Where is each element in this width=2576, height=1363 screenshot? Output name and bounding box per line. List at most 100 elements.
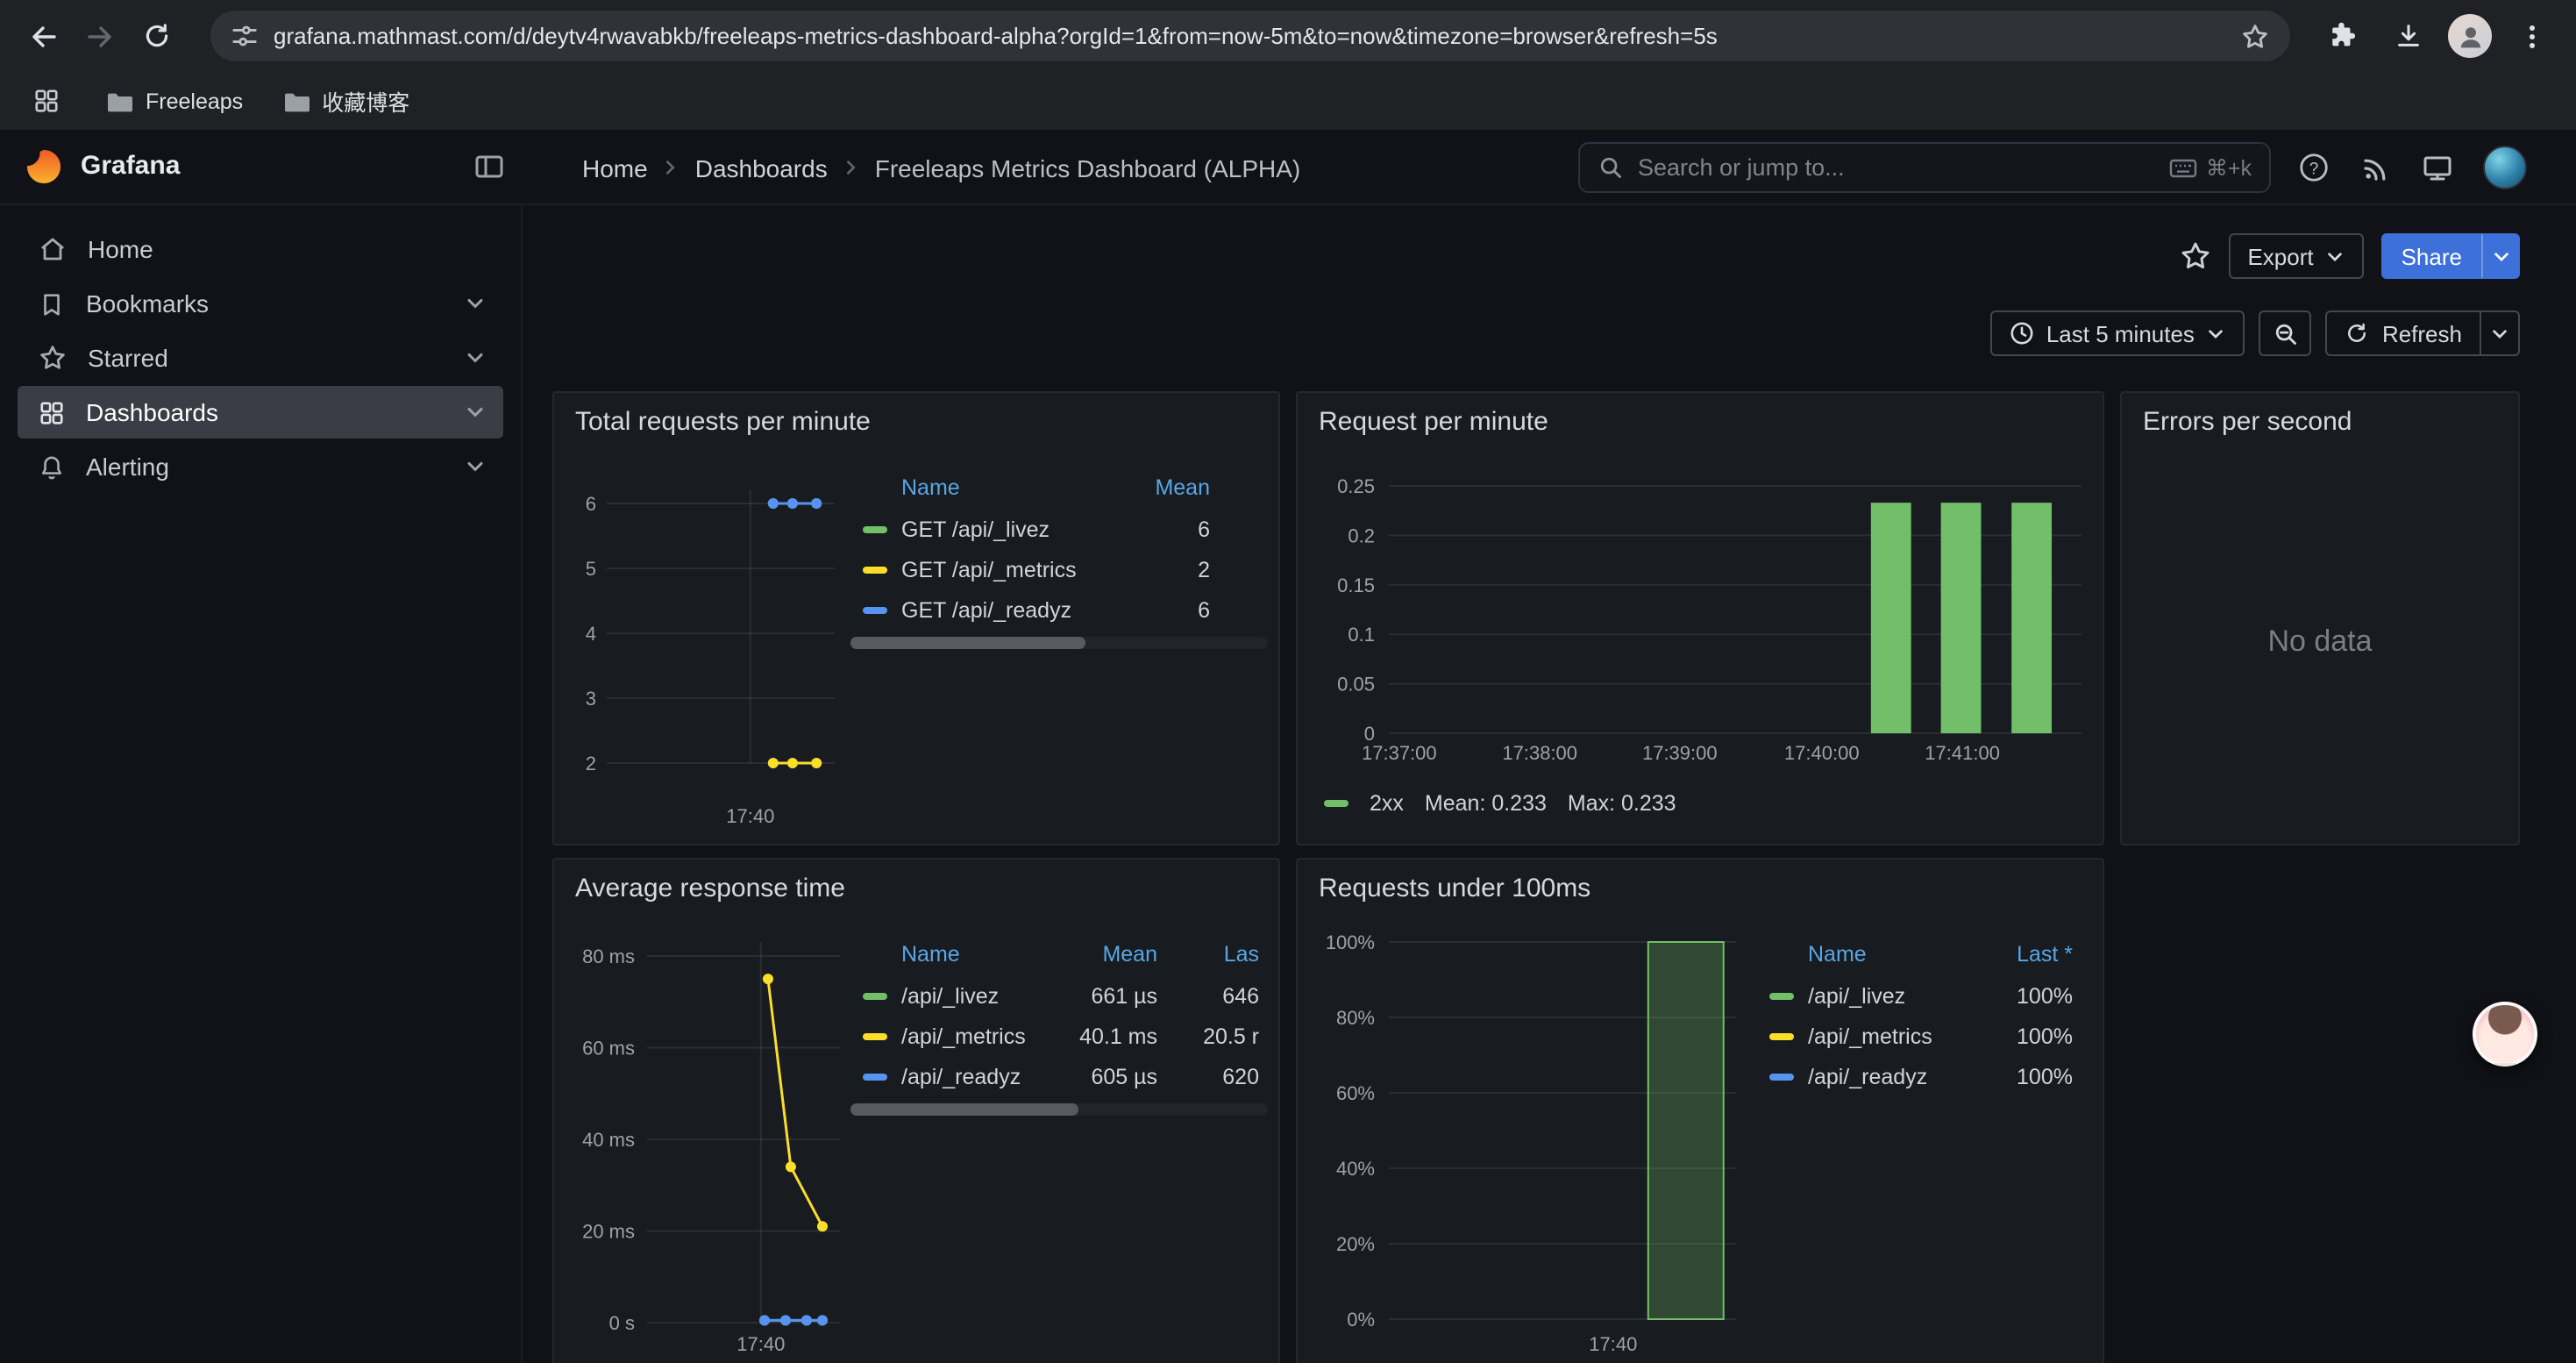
star-icon: [39, 344, 67, 372]
legend-table: Name Mean Las /api/_livez 661 µs 646 /ap…: [850, 933, 1268, 1096]
back-button[interactable]: [18, 10, 70, 62]
time-range-picker[interactable]: Last 5 minutes: [1990, 310, 2245, 356]
legend-table: Name Last * /api/_livez 100% /api/_metri…: [1743, 933, 2081, 1096]
series-name[interactable]: 2xx: [1370, 791, 1404, 816]
share-button[interactable]: Share: [2382, 233, 2481, 279]
series-name[interactable]: /api/_livez: [1808, 983, 1978, 1008]
legend-scrollbar[interactable]: [850, 1103, 1268, 1116]
breadcrumb-home[interactable]: Home: [582, 153, 648, 182]
forward-button[interactable]: [74, 10, 126, 62]
bookmark-folder-blogs[interactable]: 收藏博客: [281, 84, 409, 118]
legend-row[interactable]: /api/_livez 661 µs 646: [863, 975, 1259, 1016]
apps-grid-icon[interactable]: [25, 80, 67, 122]
legend-row[interactable]: GET /api/_readyz 6: [863, 589, 1259, 630]
browser-menu-icon[interactable]: [2506, 10, 2558, 62]
bookmark-star-icon[interactable]: [2241, 22, 2269, 50]
legend-header-last[interactable]: Last *: [1978, 942, 2073, 967]
legend-scrollbar[interactable]: [850, 637, 1268, 649]
legend-row[interactable]: /api/_readyz 100%: [1769, 1056, 2073, 1096]
refresh-interval-chevron-icon[interactable]: [2481, 310, 2520, 356]
legend-header-mean[interactable]: Mean: [1108, 475, 1210, 500]
svg-text:?: ?: [2309, 161, 2319, 179]
panel-title[interactable]: Errors per second: [2143, 407, 2352, 437]
chevron-down-icon[interactable]: [465, 456, 486, 477]
series-name[interactable]: /api/_readyz: [901, 1064, 1056, 1088]
share-split-button: Share: [2382, 233, 2520, 279]
legend-row[interactable]: /api/_metrics 40.1 ms 20.5 r: [863, 1016, 1259, 1056]
grafana-logo-icon[interactable]: [25, 147, 63, 186]
grafana-header: Grafana Home Dashboards Freeleaps Metric…: [0, 130, 2576, 205]
sidebar-item-starred[interactable]: Starred: [18, 332, 503, 384]
sidebar-item-bookmarks[interactable]: Bookmarks: [18, 277, 503, 330]
legend-header-last[interactable]: Las: [1178, 942, 1259, 967]
scrollbar-thumb[interactable]: [850, 1103, 1078, 1116]
svg-text:3: 3: [586, 688, 596, 710]
downloads-icon[interactable]: [2381, 10, 2434, 62]
chevron-down-icon[interactable]: [465, 347, 486, 368]
series-name[interactable]: GET /api/_metrics: [901, 557, 1108, 582]
panel-title[interactable]: Request per minute: [1319, 407, 1548, 437]
sidebar-item-label: Alerting: [86, 453, 169, 481]
chevron-down-icon[interactable]: [465, 293, 486, 314]
svg-text:0.05: 0.05: [1337, 674, 1375, 696]
legend-row[interactable]: /api/_readyz 605 µs 620: [863, 1056, 1259, 1096]
legend-row[interactable]: /api/_metrics 100%: [1769, 1016, 2073, 1056]
series-max-stat: Max: 0.233: [1568, 791, 1676, 816]
scrollbar-thumb[interactable]: [850, 637, 1085, 649]
address-bar[interactable]: grafana.mathmast.com/d/deytv4rwavabkb/fr…: [210, 11, 2290, 61]
panel-title[interactable]: Requests under 100ms: [1319, 874, 1590, 903]
share-menu-chevron-icon[interactable]: [2481, 233, 2520, 279]
series-name[interactable]: GET /api/_livez: [901, 517, 1108, 541]
panel-title[interactable]: Average response time: [575, 874, 845, 903]
grafana-profile-avatar[interactable]: [2483, 146, 2527, 189]
chevron-down-icon[interactable]: [465, 402, 486, 423]
bookmark-folder-freeleaps[interactable]: Freeleaps: [105, 87, 243, 115]
panel-total-requests-per-minute: Total requests per minute 6543217:40 Nam…: [552, 391, 1280, 846]
search-placeholder: Search or jump to...: [1638, 154, 2155, 181]
sidebar-item-alerting[interactable]: Alerting: [18, 440, 503, 493]
series-name[interactable]: /api/_metrics: [1808, 1024, 1978, 1048]
export-button[interactable]: Export: [2228, 233, 2364, 279]
series-name[interactable]: /api/_readyz: [1808, 1064, 1978, 1088]
legend-header-name[interactable]: Name: [901, 475, 1108, 500]
search-input[interactable]: Search or jump to... ⌘+k: [1578, 142, 2271, 193]
dock-menu-icon[interactable]: [473, 151, 505, 182]
svg-text:0.15: 0.15: [1337, 574, 1375, 596]
browser-profile-avatar[interactable]: [2448, 14, 2492, 58]
svg-text:0.1: 0.1: [1348, 624, 1375, 646]
extensions-icon[interactable]: [2315, 10, 2367, 62]
news-rss-icon[interactable]: [2360, 152, 2392, 183]
legend-row[interactable]: /api/_livez 100%: [1769, 975, 2073, 1016]
zoom-out-button[interactable]: [2259, 310, 2312, 356]
series-name[interactable]: GET /api/_readyz: [901, 597, 1108, 622]
legend-header-name[interactable]: Name: [1808, 942, 1978, 967]
legend-header-name[interactable]: Name: [901, 942, 1056, 967]
legend-row[interactable]: GET /api/_metrics 2: [863, 549, 1259, 589]
svg-text:0%: 0%: [1347, 1309, 1375, 1331]
breadcrumb-dashboards[interactable]: Dashboards: [695, 153, 828, 182]
refresh-button[interactable]: Refresh: [2326, 310, 2481, 356]
favorite-star-icon[interactable]: [2179, 240, 2210, 272]
panel-title[interactable]: Total requests per minute: [575, 407, 871, 437]
request-per-minute-chart[interactable]: 0.250.20.150.10.05017:37:0017:38:0017:39…: [1298, 463, 2096, 779]
sidebar-item-home[interactable]: Home: [18, 223, 503, 275]
help-icon[interactable]: ?: [2297, 151, 2330, 184]
person-icon: [2454, 20, 2486, 52]
legend-row[interactable]: GET /api/_livez 6: [863, 509, 1259, 549]
series-mean: 6: [1108, 597, 1210, 622]
series-name[interactable]: /api/_livez: [901, 983, 1056, 1008]
browser-toolbar: grafana.mathmast.com/d/deytv4rwavabkb/fr…: [0, 0, 2576, 72]
series-color-dash: [863, 992, 887, 999]
site-settings-icon[interactable]: [231, 23, 258, 49]
legend-header-mean[interactable]: Mean: [1056, 942, 1157, 967]
header-actions: ?: [2297, 130, 2527, 205]
sidebar-item-label: Starred: [88, 344, 168, 372]
screen: grafana.mathmast.com/d/deytv4rwavabkb/fr…: [0, 0, 2576, 1363]
sidebar-item-dashboards[interactable]: Dashboards: [18, 386, 503, 439]
assistant-avatar[interactable]: [2473, 1002, 2537, 1067]
series-name[interactable]: /api/_metrics: [901, 1024, 1056, 1048]
kiosk-monitor-icon[interactable]: [2422, 152, 2453, 183]
reload-button[interactable]: [130, 10, 182, 62]
reload-icon: [141, 21, 171, 51]
bookmark-icon: [39, 290, 65, 317]
